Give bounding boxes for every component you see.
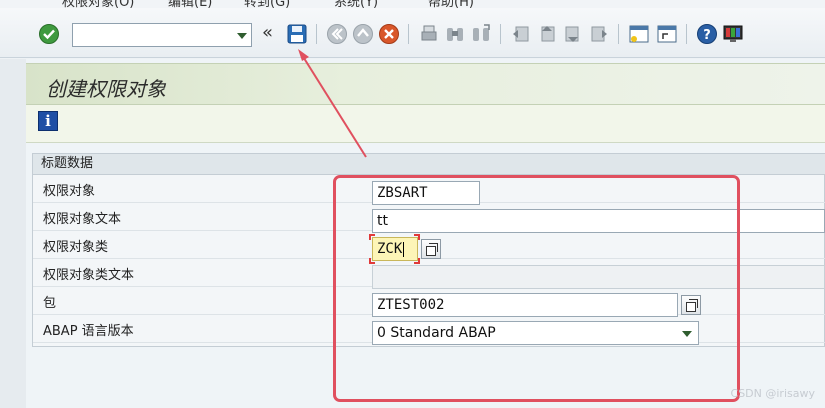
menu-edit[interactable]: 编辑(E) [168, 0, 212, 8]
menu-bar: — 权限对象(O) 编辑(E) 转到(G) 系统(Y) 帮助(H) [0, 0, 825, 8]
page-title: 创建权限对象 [46, 77, 166, 101]
new-session-icon[interactable] [628, 23, 650, 45]
print-icon[interactable] [418, 23, 440, 45]
field-label: 权限对象类 [43, 240, 109, 255]
cancel-icon[interactable] [378, 23, 400, 45]
collapse-command-icon[interactable]: « [262, 22, 273, 43]
menu-auth-object[interactable]: 权限对象(O) [62, 0, 134, 8]
next-page-icon[interactable] [562, 23, 584, 45]
help-icon[interactable]: ? [696, 23, 718, 45]
left-strip [0, 59, 26, 408]
layout-icon[interactable] [722, 23, 744, 45]
field-label: 权限对象 [43, 184, 96, 199]
save-icon[interactable] [286, 23, 308, 45]
exit-icon[interactable] [352, 23, 374, 45]
toolbar-separator [618, 24, 619, 44]
field-label: 权限对象类文本 [43, 268, 135, 283]
find-next-icon[interactable] [470, 23, 492, 45]
toolbar-separator [500, 24, 501, 44]
standard-toolbar: « ? [0, 8, 825, 58]
application-toolbar: i [26, 105, 825, 143]
menu-help[interactable]: 帮助(H) [428, 0, 474, 8]
first-page-icon[interactable] [510, 23, 532, 45]
command-field[interactable] [72, 23, 252, 47]
field-label: ABAP 语言版本 [43, 324, 134, 339]
prev-page-icon[interactable] [536, 23, 558, 45]
toolbar-separator [686, 24, 687, 44]
last-page-icon[interactable] [588, 23, 610, 45]
enter-icon[interactable] [38, 23, 60, 45]
menu-system[interactable]: 系统(Y) [334, 0, 378, 8]
info-icon[interactable]: i [38, 111, 58, 131]
svg-text:?: ? [703, 28, 711, 43]
toolbar-separator [316, 24, 317, 44]
title-bar: 创建权限对象 [26, 63, 825, 105]
field-label: 权限对象文本 [43, 212, 122, 227]
menu-goto[interactable]: 转到(G) [244, 0, 290, 8]
menu-item-generic[interactable]: — [6, 0, 19, 6]
annotation-box [333, 175, 740, 402]
back-icon[interactable] [326, 23, 348, 45]
find-icon[interactable] [444, 23, 466, 45]
field-label: 包 [43, 296, 57, 311]
watermark: CSDN @irisawy [730, 387, 815, 400]
group-title: 标题数据 [33, 154, 825, 175]
shortcut-icon[interactable] [656, 23, 678, 45]
chevron-down-icon[interactable] [237, 33, 247, 39]
toolbar-separator [408, 24, 409, 44]
